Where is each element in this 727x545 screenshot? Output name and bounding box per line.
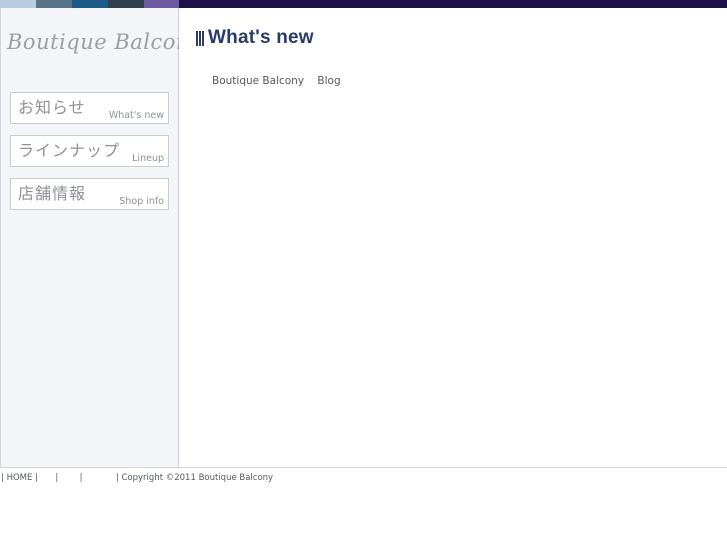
content-links: Boutique Balcony Blog <box>212 75 351 87</box>
page-heading: What's new <box>196 27 314 49</box>
footer-separator: | <box>115 473 119 483</box>
footer-divider <box>0 467 727 468</box>
footer-home-link[interactable]: HOME <box>7 473 33 483</box>
boutique-balcony-link[interactable]: Boutique Balcony <box>212 75 304 87</box>
color-segment <box>72 0 108 8</box>
footer-separator: | <box>79 473 83 483</box>
sidebar: Boutique Balcony お知らせ What's new ラインナップ … <box>0 8 202 468</box>
site-logo[interactable]: Boutique Balcony <box>7 30 202 60</box>
footer-separator: | <box>55 473 59 483</box>
main-content: What's new Boutique Balcony Blog <box>179 8 727 467</box>
nav-label-en: What's new <box>108 110 164 121</box>
color-segment <box>179 0 727 8</box>
nav-label-jp: ラインナップ <box>18 141 121 160</box>
color-segment <box>144 0 179 8</box>
nav-label-jp: お知らせ <box>18 98 86 117</box>
nav-label-en: Lineup <box>132 153 164 164</box>
nav-lineup-button[interactable]: ラインナップ Lineup <box>10 135 169 167</box>
nav-label-jp: 店舗情報 <box>18 184 87 203</box>
page-title: What's new <box>208 27 314 48</box>
footer-separator: | <box>1 473 4 483</box>
blog-link[interactable]: Blog <box>317 75 340 87</box>
footer: | HOME | | | | Copyright ©2011 Boutique … <box>1 473 273 483</box>
nav-shop-info-button[interactable]: 店舗情報 Shop info <box>10 178 169 210</box>
color-segment <box>0 0 36 8</box>
footer-separator: | <box>35 473 38 483</box>
color-segment <box>36 0 72 8</box>
nav-whats-new-button[interactable]: お知らせ What's new <box>10 92 169 124</box>
color-segment <box>108 0 144 8</box>
nav-label-en: Shop info <box>119 196 164 207</box>
title-bars-icon <box>196 30 204 46</box>
top-color-bar <box>0 0 727 8</box>
footer-copyright: Copyright ©2011 Boutique Balcony <box>121 473 274 483</box>
